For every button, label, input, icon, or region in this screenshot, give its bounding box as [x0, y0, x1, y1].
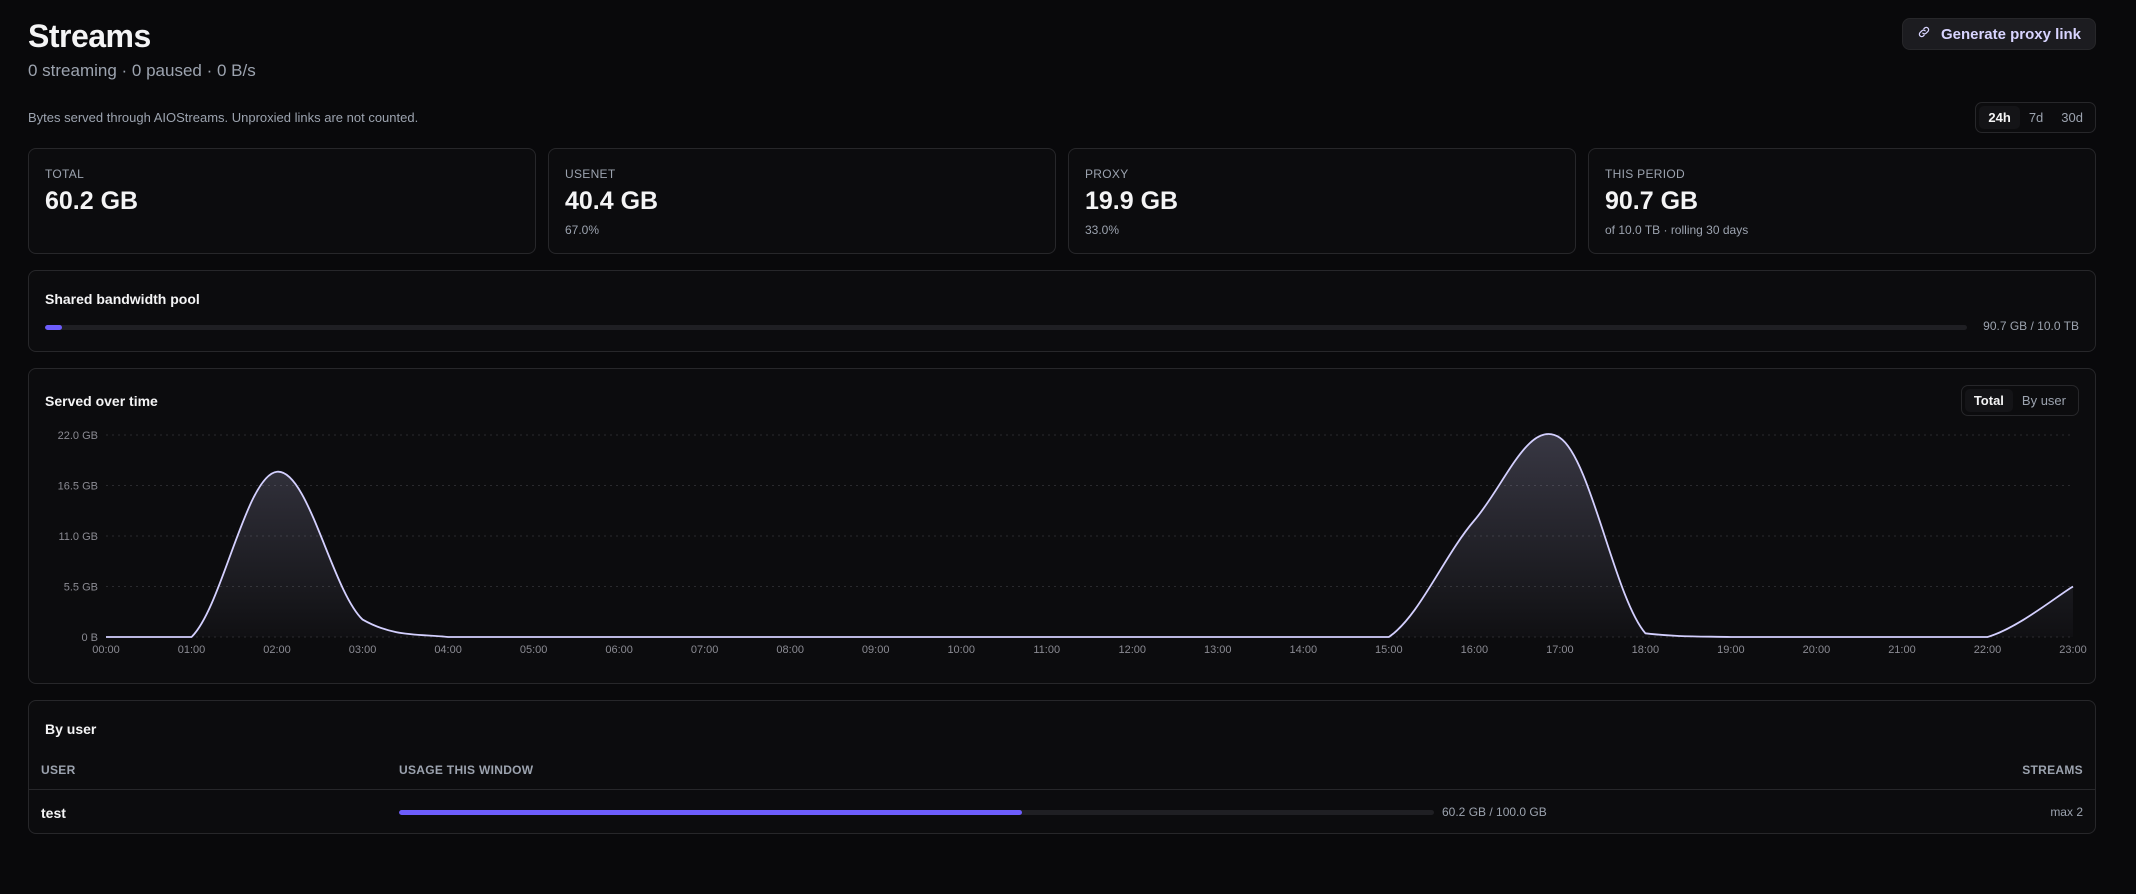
link-icon: [1917, 25, 1931, 43]
x-tick-label: 12:00: [1118, 644, 1146, 656]
x-tick-label: 03:00: [349, 644, 377, 656]
stat-sub: 67.0%: [565, 223, 600, 237]
user-usage-text: 60.2 GB / 100.0 GB: [1442, 805, 1547, 819]
generate-proxy-link-label: Generate proxy link: [1940, 25, 2081, 43]
toggle-by-user[interactable]: By user: [2013, 389, 2075, 412]
x-tick-label: 00:00: [92, 644, 120, 656]
x-tick-label: 04:00: [434, 644, 462, 656]
x-tick-label: 02:00: [263, 644, 291, 656]
toggle-total[interactable]: Total: [1964, 389, 2013, 412]
x-tick-label: 06:00: [605, 644, 633, 656]
served-over-time-chart: 0 B 5.5 GB 11.0 GB 16.5 GB 22.0 GB 00:00 01:00…: [58, 430, 2087, 656]
stat-value: 19.9 GB: [1085, 187, 1179, 215]
chart-view-toggle: Total By user: [1960, 385, 2079, 416]
bandwidth-pool-usage: 90.7 GB / 10.0 TB: [1983, 319, 2079, 333]
served-over-time-card: 0 B 5.5 GB 11.0 GB 16.5 GB 22.0 GB 00:00 01:00…: [28, 368, 2096, 684]
bandwidth-pool-bar: [45, 325, 1967, 330]
period-option-7d[interactable]: 7d: [2020, 106, 2052, 129]
stat-value: 40.4 GB: [565, 187, 659, 215]
user-usage-bar: [399, 810, 1434, 815]
table-divider: [29, 789, 2095, 790]
by-user-card: By user USER USAGE THIS WINDOW STREAMS t…: [28, 700, 2096, 834]
stat-value: 90.7 GB: [1605, 187, 1699, 215]
stat-card-proxy: PROXY 19.9 GB 33.0%: [1068, 148, 1576, 254]
stat-sub: 33.0%: [1085, 223, 1120, 237]
x-tick-label: 17:00: [1546, 644, 1574, 656]
stat-label: THIS PERIOD: [1605, 167, 1685, 181]
bytes-served-note: Bytes served through AIOStreams. Unproxi…: [28, 110, 419, 125]
stream-status-summary: 0 streaming · 0 paused · 0 B/s: [28, 61, 256, 80]
stat-label: TOTAL: [45, 167, 85, 181]
y-tick-label: 22.0 GB: [58, 430, 98, 442]
column-header-user: USER: [41, 763, 76, 777]
y-tick-label: 11.0 GB: [58, 531, 98, 543]
x-tick-label: 21:00: [1888, 644, 1916, 656]
x-tick-label: 05:00: [520, 644, 548, 656]
stat-card-usenet: USENET 40.4 GB 67.0%: [548, 148, 1056, 254]
x-tick-label: 13:00: [1204, 644, 1232, 656]
period-option-24h[interactable]: 24h: [1979, 106, 2020, 129]
bandwidth-pool-title: Shared bandwidth pool: [45, 291, 200, 307]
column-header-usage: USAGE THIS WINDOW: [399, 763, 534, 777]
y-tick-label: 0 B: [81, 632, 98, 644]
x-tick-label: 09:00: [862, 644, 890, 656]
stat-card-total: TOTAL 60.2 GB: [28, 148, 536, 254]
series-line: [106, 433, 2074, 638]
x-tick-label: 08:00: [776, 644, 804, 656]
user-streams: max 2: [2050, 805, 2083, 819]
series-area: [106, 433, 2073, 637]
stat-card-this-period: THIS PERIOD 90.7 GB of 10.0 TB · rolling…: [1588, 148, 2096, 254]
chart-title: Served over time: [45, 393, 158, 409]
period-option-30d[interactable]: 30d: [2052, 106, 2092, 129]
page-header: Streams 0 streaming · 0 paused · 0 B/s: [28, 18, 256, 81]
y-tick-label: 5.5 GB: [64, 582, 98, 594]
x-tick-label: 23:00: [2059, 644, 2087, 656]
x-tick-label: 20:00: [1803, 644, 1831, 656]
x-tick-label: 01:00: [178, 644, 206, 656]
x-tick-label: 16:00: [1461, 644, 1489, 656]
stat-value: 60.2 GB: [45, 187, 139, 215]
generate-proxy-link-button[interactable]: Generate proxy link: [1901, 18, 2096, 50]
stat-label: PROXY: [1085, 167, 1129, 181]
x-tick-label: 10:00: [947, 644, 975, 656]
by-user-title: By user: [45, 721, 97, 737]
y-tick-label: 16.5 GB: [58, 481, 98, 493]
stat-label: USENET: [565, 167, 616, 181]
x-tick-label: 22:00: [1974, 644, 2002, 656]
user-usage-fill: [399, 810, 1023, 815]
x-tick-label: 15:00: [1375, 644, 1403, 656]
column-header-streams: STREAMS: [2022, 763, 2083, 777]
bandwidth-pool-fill: [45, 325, 63, 330]
x-tick-label: 11:00: [1033, 644, 1060, 656]
x-tick-label: 07:00: [691, 644, 719, 656]
page-title: Streams: [28, 18, 151, 54]
x-tick-label: 19:00: [1717, 644, 1745, 656]
period-selector: 24h 7d 30d: [1975, 102, 2096, 133]
x-tick-label: 14:00: [1290, 644, 1318, 656]
user-name: test: [41, 805, 66, 821]
stat-sub: of 10.0 TB · rolling 30 days: [1605, 223, 1749, 237]
x-tick-label: 18:00: [1632, 644, 1660, 656]
bandwidth-pool-card: Shared bandwidth pool 90.7 GB / 10.0 TB: [28, 270, 2096, 352]
